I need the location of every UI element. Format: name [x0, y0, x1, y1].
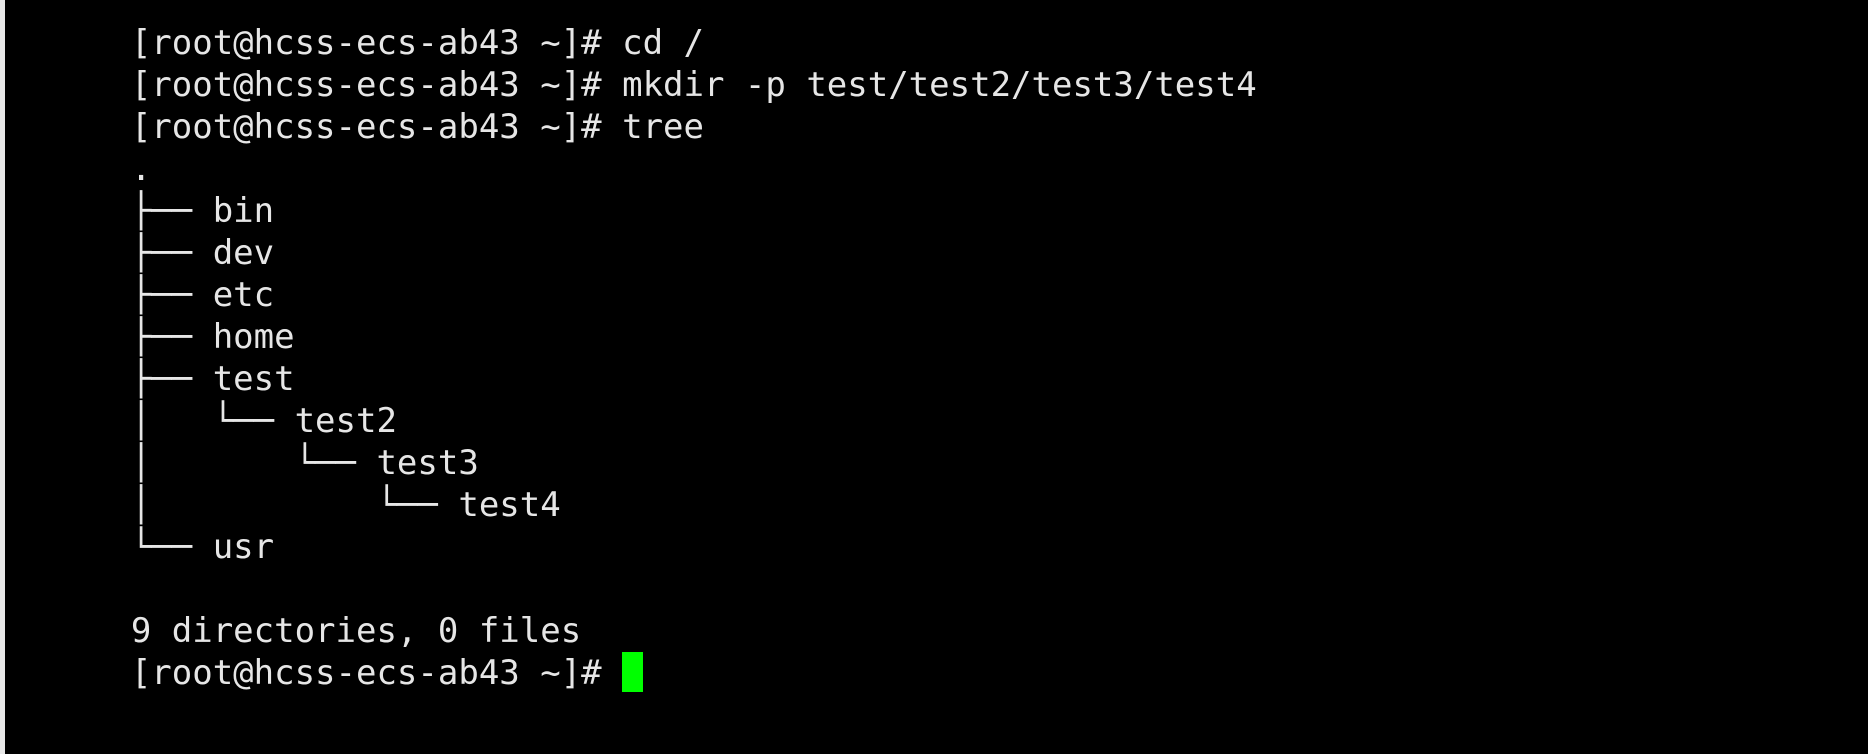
terminal-line: 9 directories, 0 files [8, 568, 1868, 651]
shell-prompt: [root@hcss-ecs-ab43 ~]# [130, 107, 623, 147]
tree-node-dev: ├── dev [130, 233, 275, 273]
terminal-screen[interactable]: [root@hcss-ecs-ab43 ~]# cd / [root@hcss-… [8, 0, 1868, 693]
tree-node-test3: │ └── test3 [130, 443, 479, 483]
shell-prompt: [root@hcss-ecs-ab43 ~]# [130, 65, 623, 105]
shell-prompt: [root@hcss-ecs-ab43 ~]# [130, 23, 623, 63]
tree-node-bin: ├── bin [130, 191, 275, 231]
terminal-line: ├── home [8, 274, 1868, 357]
terminal-line: ├── etc [8, 232, 1868, 315]
terminal-window[interactable]: [root@hcss-ecs-ab43 ~]# cd / [root@hcss-… [0, 0, 1868, 754]
command-text: cd / [622, 23, 704, 63]
shell-prompt: [root@hcss-ecs-ab43 ~]# [130, 653, 623, 693]
terminal-line: ├── dev [8, 190, 1868, 273]
tree-node-etc: ├── etc [130, 275, 275, 315]
terminal-line: ├── bin [8, 148, 1868, 231]
tree-node-usr: └── usr [130, 527, 275, 567]
tree-node-home: ├── home [130, 317, 295, 357]
tree-node-test4: │ └── test4 [130, 485, 561, 525]
scrollbar-track[interactable] [0, 0, 5, 754]
tree-node-test: ├── test [130, 359, 295, 399]
tree-root-node: . [130, 149, 152, 189]
tree-node-test2: │ └── test2 [130, 401, 397, 441]
tree-summary: 9 directories, 0 files [130, 611, 582, 651]
command-tree: tree [622, 107, 704, 147]
command-mkdir: mkdir -p test/test2/test3/test4 [622, 65, 1257, 105]
terminal-line: [root@hcss-ecs-ab43 ~]# cd / [8, 0, 1868, 63]
block-cursor [622, 652, 644, 692]
